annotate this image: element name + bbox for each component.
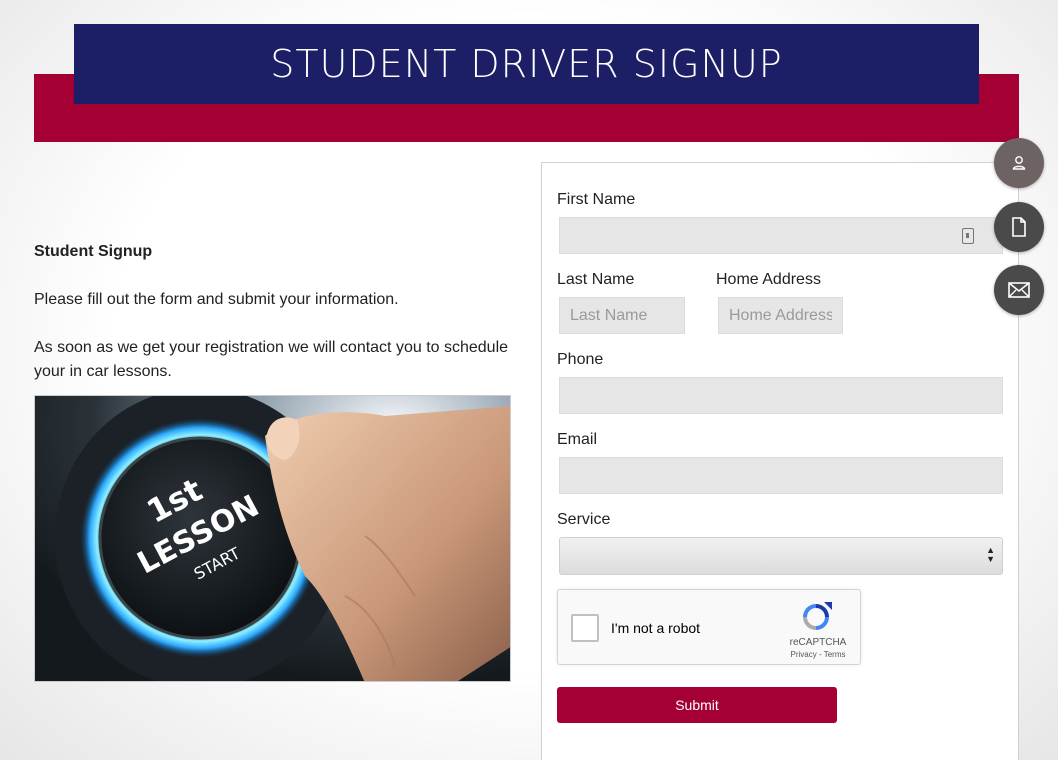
first-lesson-start-button-photo: 1st LESSON START bbox=[34, 395, 511, 682]
document-icon bbox=[1012, 217, 1026, 237]
service-label: Service bbox=[557, 511, 611, 528]
home-address-input[interactable] bbox=[718, 297, 843, 334]
last-name-input[interactable] bbox=[559, 297, 685, 334]
user-icon bbox=[1012, 156, 1026, 170]
recaptcha-widget: I'm not a robot reCAPTCHA Privacy - Term… bbox=[557, 589, 861, 665]
phone-input[interactable] bbox=[559, 377, 1003, 414]
select-arrows-icon: ▲ ▼ bbox=[986, 545, 995, 564]
recaptcha-privacy-terms-links[interactable]: Privacy - Terms bbox=[778, 650, 858, 659]
email-label: Email bbox=[557, 431, 598, 448]
account-button[interactable] bbox=[994, 138, 1044, 188]
last-name-label: Last Name bbox=[557, 271, 635, 288]
mail-icon bbox=[1008, 282, 1030, 298]
service-select[interactable]: ▲ ▼ bbox=[559, 537, 1003, 575]
intro-section: Student Signup Please fill out the form … bbox=[34, 240, 514, 408]
signup-form: First Name Last Name Home Address Phone … bbox=[541, 162, 1019, 760]
intro-paragraph-2: As soon as we get your registration we w… bbox=[34, 339, 509, 380]
recaptcha-logo-icon bbox=[803, 602, 832, 630]
first-name-input[interactable] bbox=[559, 217, 1003, 254]
email-input[interactable] bbox=[559, 457, 1003, 494]
recaptcha-checkbox[interactable] bbox=[571, 614, 599, 642]
phone-label: Phone bbox=[557, 351, 604, 368]
home-address-label: Home Address bbox=[716, 271, 821, 288]
intro-heading: Student Signup bbox=[34, 243, 153, 260]
recaptcha-brand: reCAPTCHA bbox=[789, 637, 847, 648]
document-button[interactable] bbox=[994, 202, 1044, 252]
recaptcha-label: I'm not a robot bbox=[611, 620, 701, 636]
header-title-box: STUDENT DRIVER SIGNUP bbox=[74, 24, 979, 104]
contact-card-icon[interactable] bbox=[962, 228, 974, 244]
submit-button[interactable]: Submit bbox=[557, 687, 837, 723]
first-name-label: First Name bbox=[557, 191, 636, 208]
page-title: STUDENT DRIVER SIGNUP bbox=[270, 42, 783, 86]
intro-paragraph-1: Please fill out the form and submit your… bbox=[34, 291, 399, 308]
email-contact-button[interactable] bbox=[994, 265, 1044, 315]
